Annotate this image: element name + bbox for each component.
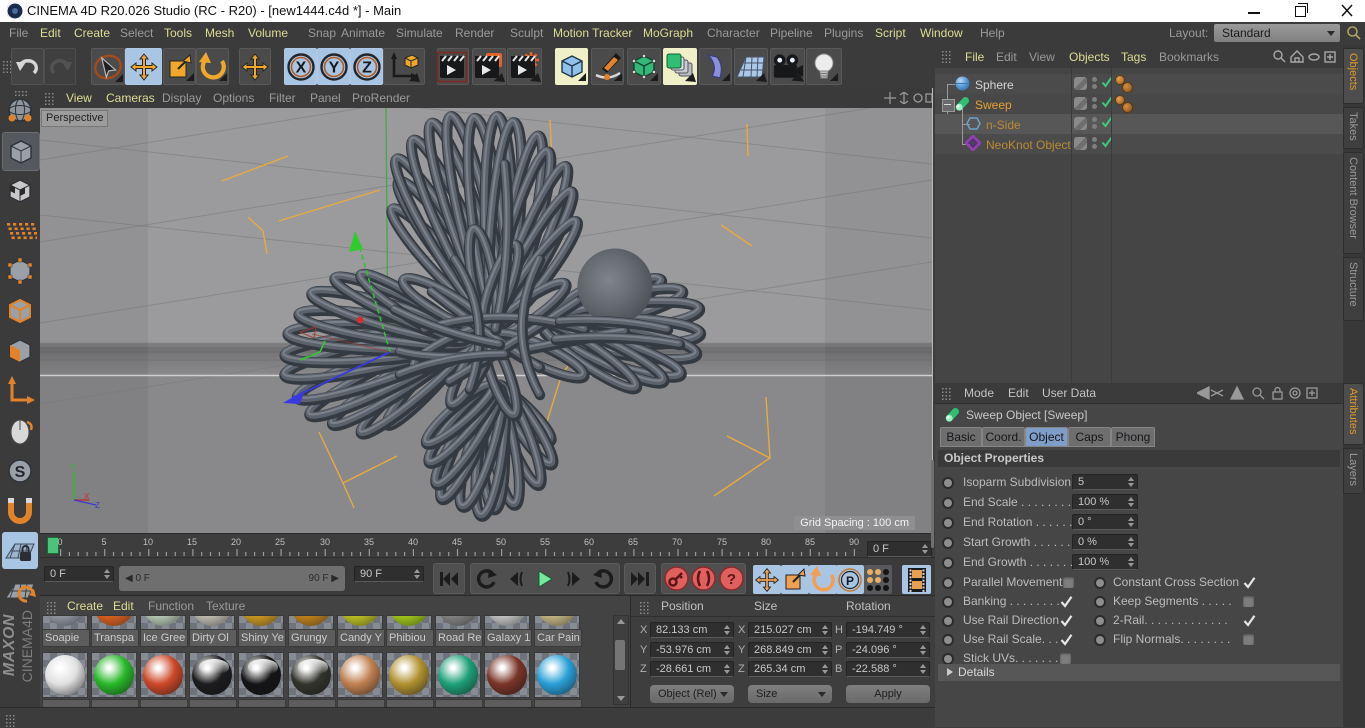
svg-text:?: ? bbox=[727, 571, 736, 588]
svg-text:Y: Y bbox=[328, 59, 339, 76]
svg-text:X: X bbox=[295, 59, 306, 76]
svg-text:S: S bbox=[15, 464, 26, 481]
svg-text:Y: Y bbox=[70, 463, 76, 472]
svg-text:P: P bbox=[846, 574, 854, 588]
svg-text:Z: Z bbox=[362, 59, 372, 76]
svg-text:Z: Z bbox=[95, 501, 100, 510]
svg-text:X: X bbox=[84, 492, 90, 501]
